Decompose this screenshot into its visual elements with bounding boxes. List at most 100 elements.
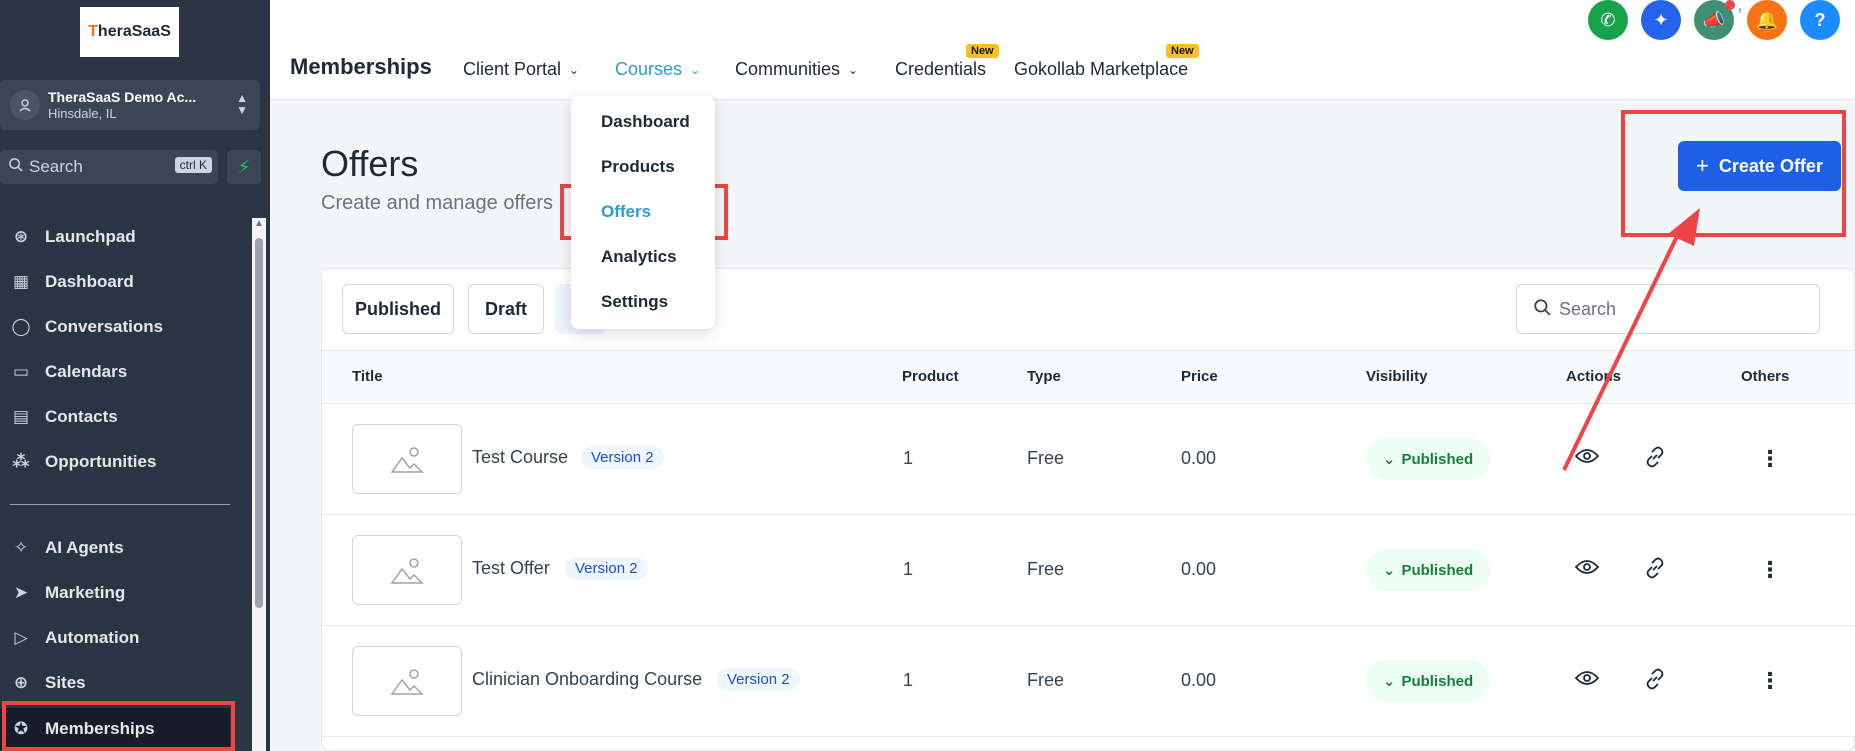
visibility-dropdown[interactable]: ⌄ Published <box>1366 660 1490 702</box>
image-placeholder-icon <box>352 424 462 494</box>
sidebar-item-opportunities[interactable]: ⁂ Opportunities <box>0 442 250 482</box>
globe-icon: ⊕ <box>13 673 29 692</box>
phone-button[interactable]: ✆ <box>1588 0 1628 40</box>
sparkle-icon: ✧ <box>13 538 29 557</box>
column-header-title[interactable]: Title <box>352 368 383 385</box>
sidebar-item-conversations[interactable]: ◯ Conversations <box>0 307 250 347</box>
product-count: 1 <box>903 448 914 468</box>
network-icon: ⁂ <box>12 452 30 471</box>
more-options-icon[interactable]: ⋮ <box>1759 446 1781 472</box>
app-logo[interactable]: TheraSaaS <box>80 7 179 57</box>
tab-label: Credentials <box>895 59 987 79</box>
sidebar-search[interactable]: Search ctrl K <box>0 150 218 184</box>
sidebar-item-calendars[interactable]: ▭ Calendars <box>0 352 250 392</box>
offer-price: 0.00 <box>1181 670 1217 690</box>
more-options-icon[interactable]: ⋮ <box>1759 557 1781 583</box>
tab-label: Client Portal <box>463 59 562 79</box>
tab-label: Communities <box>735 59 841 79</box>
eye-icon[interactable] <box>1574 670 1600 691</box>
product-count: 1 <box>903 670 914 690</box>
offer-type: Free <box>1027 670 1065 690</box>
menu-item-dashboard[interactable]: Dashboard <box>601 112 690 132</box>
sidebar-item-label: Dashboard <box>45 272 134 291</box>
notifications-button[interactable]: 🔔 <box>1747 0 1787 40</box>
sidebar-item-label: Marketing <box>45 583 126 602</box>
contacts-icon: ▤ <box>12 407 30 426</box>
offer-type: Free <box>1027 559 1065 579</box>
chevron-down-icon: ⌄ <box>690 62 701 77</box>
bolt-icon: ⚡ <box>237 156 251 177</box>
annotation-arrow <box>1562 208 1700 471</box>
sidebar-item-automation[interactable]: ▷ Automation <box>0 618 250 658</box>
chevron-down-icon: ⌄ <box>1382 451 1396 468</box>
sidebar-search-placeholder: Search <box>29 157 83 176</box>
sidebar-item-dashboard[interactable]: ▦ Dashboard <box>0 262 250 302</box>
chevron-down-icon: ⌄ <box>848 62 859 77</box>
menu-item-settings[interactable]: Settings <box>601 292 668 312</box>
sidebar-item-contacts[interactable]: ▤ Contacts <box>0 397 250 437</box>
menu-item-offers[interactable]: Offers <box>601 202 651 222</box>
sidebar-item-launchpad[interactable]: ⊛ Launchpad <box>0 217 250 257</box>
tab-label: Gokollab Marketplace <box>1014 59 1189 79</box>
account-location: Hinsdale, IL <box>48 105 117 121</box>
sidebar-scroll-thumb[interactable] <box>255 238 263 608</box>
menu-item-analytics[interactable]: Analytics <box>601 247 677 267</box>
play-icon: ▷ <box>14 628 28 647</box>
search-icon <box>8 157 23 177</box>
offers-subtitle: Create and manage offers <box>321 192 554 214</box>
filter-published[interactable]: Published <box>342 284 454 334</box>
visibility-dropdown[interactable]: ⌄ Published <box>1366 549 1490 591</box>
offer-price: 0.00 <box>1181 448 1217 468</box>
column-header-product[interactable]: Product <box>902 368 959 385</box>
offer-title[interactable]: Test Course <box>472 447 568 468</box>
tab-communities[interactable]: Communities ⌄ <box>735 59 858 80</box>
calendar-icon: ▭ <box>12 362 30 381</box>
menu-item-products[interactable]: Products <box>601 157 675 177</box>
column-header-type[interactable]: Type <box>1027 368 1061 385</box>
page-title: Memberships <box>290 54 432 79</box>
more-options-icon[interactable]: ⋮ <box>1759 668 1781 694</box>
chevron-down-icon: ⌄ <box>1382 673 1396 690</box>
tab-gokollab-marketplace[interactable]: Gokollab Marketplace <box>1014 59 1188 80</box>
table-row[interactable] <box>322 515 1855 626</box>
top-header: Memberships Client Portal ⌄ Courses ⌄ Comm… <box>270 0 1855 100</box>
sidebar-item-sites[interactable]: ⊕ Sites <box>0 663 250 703</box>
shortcut-badge: ctrl K <box>174 157 212 173</box>
tab-client-portal[interactable]: Client Portal ⌄ <box>463 59 579 80</box>
sidebar-item-label: Sites <box>45 673 86 692</box>
filter-draft[interactable]: Draft <box>468 284 544 334</box>
ai-button[interactable]: ✦ <box>1641 0 1681 40</box>
visibility-dropdown[interactable]: ⌄ Published <box>1366 438 1490 480</box>
version-badge: Version 2 <box>717 668 800 691</box>
account-name: TheraSaaS Demo Ac... <box>48 88 197 105</box>
location-icon <box>10 90 40 120</box>
sidebar-item-label: AI Agents <box>45 538 124 557</box>
help-button[interactable]: ? <box>1800 0 1840 40</box>
offer-title[interactable]: Test Offer <box>472 558 550 579</box>
chevron-updown-icon: ▲ ▼ <box>236 91 248 117</box>
tab-label: Courses <box>615 59 683 79</box>
quick-action-button[interactable]: ⚡ <box>227 150 261 184</box>
eye-icon[interactable] <box>1574 559 1600 580</box>
link-icon[interactable] <box>1644 557 1666 584</box>
column-header-visibility[interactable]: Visibility <box>1366 368 1427 385</box>
scroll-up-icon[interactable]: ▲ <box>254 218 264 229</box>
tab-courses[interactable]: Courses ⌄ <box>615 59 700 80</box>
grid-icon: ▦ <box>12 272 30 291</box>
tab-credentials[interactable]: Credentials <box>895 59 986 80</box>
sidebar-item-label: Opportunities <box>45 452 157 471</box>
sidebar-item-label: Launchpad <box>45 227 136 246</box>
annotation-box-memberships <box>2 701 235 751</box>
sidebar-item-ai-agents[interactable]: ✧ AI Agents <box>0 528 250 568</box>
megaphone-icon: 📣 <box>1702 9 1726 30</box>
sparkle-icon: ✦ <box>1653 9 1669 30</box>
chevron-down-icon: ⌄ <box>1382 562 1396 579</box>
sidebar: TheraSaaS TheraSaaS Demo Ac... Hinsdale,… <box>0 0 270 751</box>
sidebar-item-marketing[interactable]: ➤ Marketing <box>0 573 250 613</box>
account-switcher[interactable]: TheraSaaS Demo Ac... Hinsdale, IL ▲ ▼ <box>0 80 260 130</box>
new-badge: New <box>966 44 999 58</box>
column-header-price[interactable]: Price <box>1181 368 1218 385</box>
image-placeholder-icon <box>352 646 462 716</box>
offer-title[interactable]: Clinician Onboarding Course <box>472 669 702 690</box>
link-icon[interactable] <box>1644 668 1666 695</box>
